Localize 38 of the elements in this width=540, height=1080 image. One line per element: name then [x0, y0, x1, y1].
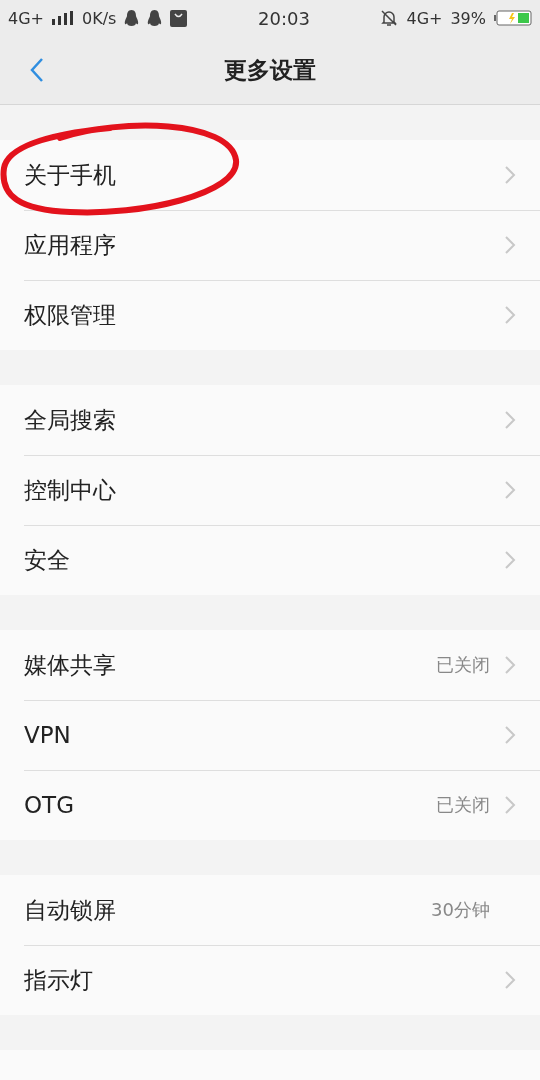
- row-label: 全局搜索: [24, 405, 117, 435]
- bag-icon: [170, 9, 188, 27]
- row-label: 媒体共享: [24, 650, 117, 680]
- row-label: 自动锁屏: [24, 895, 117, 925]
- settings-row[interactable]: VPN: [0, 700, 540, 770]
- settings-row[interactable]: 安全: [0, 525, 540, 595]
- battery-percent: 39%: [450, 8, 486, 28]
- settings-row[interactable]: OTG 已关闭: [0, 770, 540, 840]
- settings-row[interactable]: 关于手机: [0, 140, 540, 210]
- muted-bell-icon: [380, 9, 399, 27]
- network-label: 4G+: [406, 8, 443, 28]
- settings-row[interactable]: 控制中心: [0, 455, 540, 525]
- row-label: OTG: [24, 792, 75, 818]
- settings-row[interactable]: 指示灯: [0, 945, 540, 1015]
- battery-icon: [494, 10, 532, 26]
- settings-row[interactable]: 权限管理: [0, 280, 540, 350]
- penguin-icon: [147, 9, 163, 27]
- row-label: 控制中心: [24, 475, 117, 505]
- row-label: 权限管理: [24, 300, 117, 330]
- back-icon: [30, 57, 44, 83]
- settings-row[interactable]: 应用程序: [0, 210, 540, 280]
- row-label: 安全: [24, 545, 71, 575]
- row-value: 已关闭: [436, 653, 490, 677]
- row-label: 应用程序: [24, 230, 117, 260]
- clock-time: 20:03: [257, 7, 311, 29]
- row-label: 关于手机: [24, 160, 117, 190]
- row-label: 指示灯: [24, 965, 94, 995]
- row-value: 30分钟: [431, 898, 490, 922]
- network-speed: 0K/s: [82, 8, 117, 28]
- settings-row[interactable]: 媒体共享 已关闭: [0, 630, 540, 700]
- row-value: 已关闭: [436, 793, 490, 817]
- penguin-icon: [124, 9, 140, 27]
- network-label: 4G+: [8, 8, 44, 28]
- settings-row[interactable]: 自动锁屏 30分钟: [0, 875, 540, 945]
- page-title: 更多设置: [224, 55, 316, 85]
- settings-row[interactable]: 全局搜索: [0, 385, 540, 455]
- signal-icon: [52, 11, 74, 25]
- row-label: VPN: [24, 722, 72, 748]
